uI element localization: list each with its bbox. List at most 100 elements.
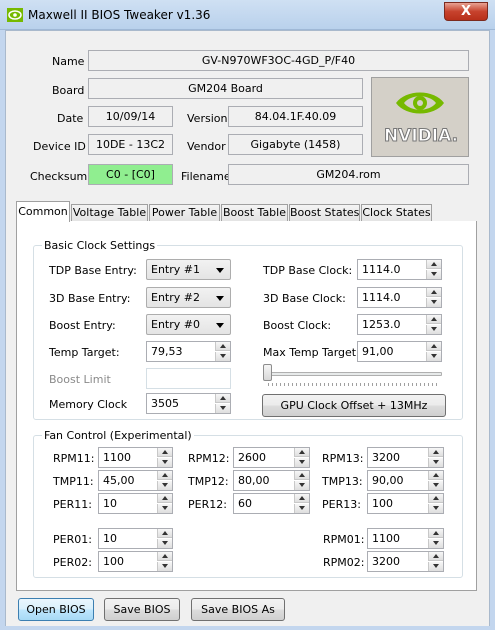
spin-down-icon[interactable] xyxy=(157,562,172,571)
date-field[interactable]: 10/09/14 xyxy=(88,106,173,127)
save-bios-button[interactable]: Save BIOS xyxy=(104,598,180,621)
filename-label: Filename xyxy=(181,170,231,183)
spin-down-icon[interactable] xyxy=(294,458,309,467)
temp-target-spinner[interactable]: 79,53 xyxy=(146,341,231,362)
open-bios-button[interactable]: Open BIOS xyxy=(18,598,94,621)
tmp12-value: 80,00 xyxy=(238,474,270,487)
checksum-field[interactable]: C0 - [C0] xyxy=(88,164,173,185)
tdp-base-entry-label: TDP Base Entry: xyxy=(49,264,137,277)
spin-up-icon[interactable] xyxy=(426,315,441,324)
spin-up-icon[interactable] xyxy=(428,552,443,561)
tab-power-table[interactable]: Power Table xyxy=(149,204,220,222)
tab-voltage-table[interactable]: Voltage Table xyxy=(71,204,148,222)
spin-down-icon[interactable] xyxy=(215,404,230,413)
tab-clock-states[interactable]: Clock States xyxy=(361,204,432,222)
3d-base-entry-select[interactable]: Entry #2 xyxy=(146,287,231,308)
tdp-base-clock-spinner[interactable]: 1114.0 xyxy=(357,259,442,280)
gpu-offset-slider-track[interactable] xyxy=(266,372,442,376)
rpm12-spinner[interactable]: 2600 xyxy=(233,447,310,468)
spin-up-icon[interactable] xyxy=(428,494,443,503)
boost-entry-value: Entry #0 xyxy=(151,318,200,331)
filename-field[interactable]: GM204.rom xyxy=(228,164,469,185)
tmp11-spinner[interactable]: 45,00 xyxy=(98,470,173,491)
spin-up-icon[interactable] xyxy=(157,494,172,503)
spin-up-icon[interactable] xyxy=(428,448,443,457)
boost-entry-select[interactable]: Entry #0 xyxy=(146,314,231,335)
spin-down-icon[interactable] xyxy=(294,481,309,490)
spin-down-icon[interactable] xyxy=(157,539,172,548)
spin-up-icon[interactable] xyxy=(294,494,309,503)
spin-up-icon[interactable] xyxy=(428,471,443,480)
tdp-base-entry-value: Entry #1 xyxy=(151,263,200,276)
per01-value: 10 xyxy=(103,532,117,545)
per13-spinner[interactable]: 100 xyxy=(367,493,444,514)
spin-up-icon[interactable] xyxy=(215,394,230,403)
spin-down-icon[interactable] xyxy=(426,298,441,307)
tmp11-label: TMP11: xyxy=(53,475,94,488)
spin-up-icon[interactable] xyxy=(157,552,172,561)
date-label: Date xyxy=(57,112,84,125)
spin-up-icon[interactable] xyxy=(426,288,441,297)
tmp12-spinner[interactable]: 80,00 xyxy=(233,470,310,491)
per02-spinner[interactable]: 100 xyxy=(98,551,173,572)
checksum-label: Checksum xyxy=(30,170,88,183)
gpu-clock-offset-button[interactable]: GPU Clock Offset + 13MHz xyxy=(262,394,446,417)
spin-down-icon[interactable] xyxy=(428,481,443,490)
vendor-field[interactable]: Gigabyte (1458) xyxy=(228,134,363,155)
spin-up-icon[interactable] xyxy=(157,448,172,457)
spin-up-icon[interactable] xyxy=(294,448,309,457)
per12-label: PER12: xyxy=(188,498,227,511)
tab-boost-states[interactable]: Boost States xyxy=(289,204,360,222)
tmp13-spinner[interactable]: 90,00 xyxy=(367,470,444,491)
spin-down-icon[interactable] xyxy=(157,458,172,467)
tdp-base-entry-select[interactable]: Entry #1 xyxy=(146,259,231,280)
memory-clock-spinner[interactable]: 3505 xyxy=(146,393,231,414)
spin-down-icon[interactable] xyxy=(294,504,309,513)
spin-down-icon[interactable] xyxy=(428,539,443,548)
version-field[interactable]: 84.04.1F.40.09 xyxy=(228,106,363,127)
spin-up-icon[interactable] xyxy=(157,529,172,538)
close-button[interactable]: X xyxy=(444,2,488,21)
spin-down-icon[interactable] xyxy=(157,504,172,513)
spin-up-icon[interactable] xyxy=(215,342,230,351)
spin-up-icon[interactable] xyxy=(294,471,309,480)
device-id-label: Device ID xyxy=(33,140,86,153)
rpm11-spinner[interactable]: 1100 xyxy=(98,447,173,468)
per11-label: PER11: xyxy=(53,498,92,511)
chevron-down-icon xyxy=(216,268,224,273)
spin-up-icon[interactable] xyxy=(428,529,443,538)
name-field[interactable]: GV-N970WF3OC-4GD_P/F40 xyxy=(88,50,469,71)
spin-up-icon[interactable] xyxy=(426,260,441,269)
per11-spinner[interactable]: 10 xyxy=(98,493,173,514)
nvidia-app-icon xyxy=(7,8,23,22)
tab-common[interactable]: Common xyxy=(16,201,70,222)
spin-down-icon[interactable] xyxy=(157,481,172,490)
device-id-field[interactable]: 10DE - 13C2 xyxy=(88,134,173,155)
gpu-offset-slider-thumb[interactable] xyxy=(263,364,272,381)
spin-down-icon[interactable] xyxy=(428,504,443,513)
window-title: Maxwell II BIOS Tweaker v1.36 xyxy=(28,8,211,22)
tab-boost-table[interactable]: Boost Table xyxy=(221,204,288,222)
spin-down-icon[interactable] xyxy=(428,458,443,467)
spin-down-icon[interactable] xyxy=(215,352,230,361)
spin-down-icon[interactable] xyxy=(426,352,441,361)
spin-down-icon[interactable] xyxy=(426,325,441,334)
board-field[interactable]: GM204 Board xyxy=(88,78,363,99)
3d-base-clock-spinner[interactable]: 1114.0 xyxy=(357,287,442,308)
max-temp-target-spinner[interactable]: 91,00 xyxy=(357,341,442,362)
rpm13-spinner[interactable]: 3200 xyxy=(367,447,444,468)
rpm02-spinner[interactable]: 3200 xyxy=(367,551,444,572)
3d-base-clock-value: 1114.0 xyxy=(362,291,401,304)
rpm01-spinner[interactable]: 1100 xyxy=(367,528,444,549)
tdp-base-clock-value: 1114.0 xyxy=(362,263,401,276)
spin-up-icon[interactable] xyxy=(426,342,441,351)
spin-down-icon[interactable] xyxy=(428,562,443,571)
spin-up-icon[interactable] xyxy=(157,471,172,480)
boost-clock-spinner[interactable]: 1253.0 xyxy=(357,314,442,335)
per01-spinner[interactable]: 10 xyxy=(98,528,173,549)
max-temp-target-label: Max Temp Target: xyxy=(263,346,360,359)
save-bios-as-button[interactable]: Save BIOS As xyxy=(191,598,285,621)
spin-down-icon[interactable] xyxy=(426,270,441,279)
per12-spinner[interactable]: 60 xyxy=(233,493,310,514)
per02-value: 100 xyxy=(103,555,124,568)
